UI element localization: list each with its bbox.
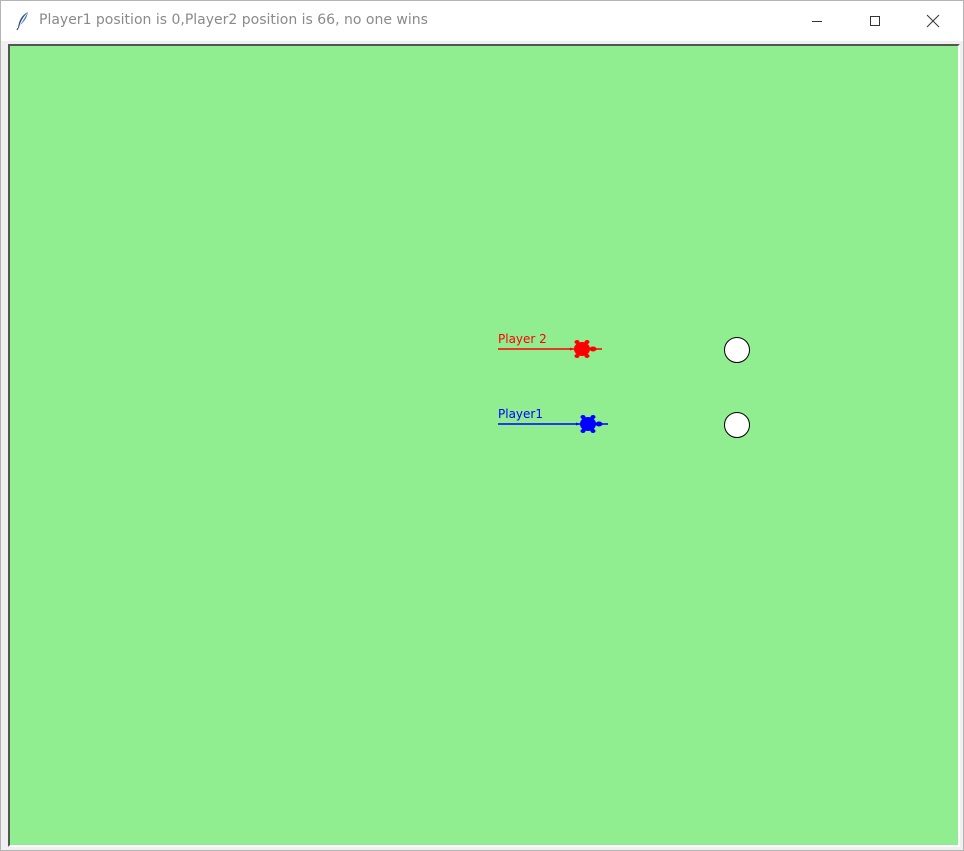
feather-icon (16, 12, 28, 31)
player2-group: Player 2 (498, 332, 750, 363)
close-button[interactable] (904, 1, 962, 41)
player1-label: Player1 (498, 407, 543, 421)
title-bar[interactable]: Player1 position is 0,Player2 position i… (1, 1, 963, 41)
maximize-button[interactable] (846, 1, 904, 41)
minimize-button[interactable] (788, 1, 846, 41)
client-area: Player 2 Player1 (1, 41, 963, 850)
maximize-icon (870, 16, 880, 26)
target-circle-player2 (724, 337, 750, 363)
close-icon (926, 14, 940, 28)
app-window: Player1 position is 0,Player2 position i… (0, 0, 964, 851)
window-title: Player1 position is 0,Player2 position i… (39, 12, 428, 28)
target-circle-player1 (724, 412, 750, 438)
player2-label: Player 2 (498, 332, 547, 346)
turtle-canvas: Player 2 Player1 (498, 332, 750, 438)
player2-turtle-icon (570, 340, 602, 358)
player1-turtle-icon (576, 415, 608, 433)
player1-group: Player1 (498, 407, 750, 438)
minimize-icon (812, 21, 822, 22)
game-canvas[interactable]: Player 2 Player1 (8, 44, 960, 847)
